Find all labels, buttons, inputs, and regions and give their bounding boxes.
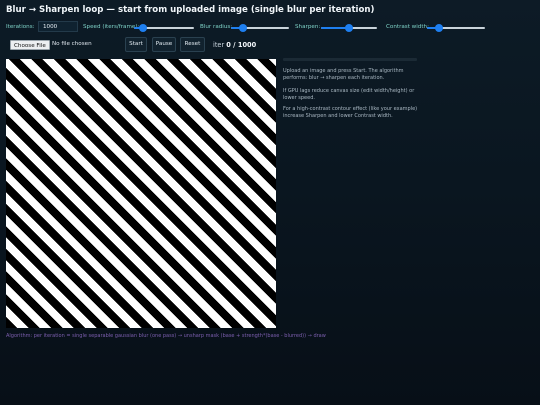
speed-label: Speed (iters/frame): (83, 24, 140, 30)
blur-radius-slider[interactable] (231, 24, 289, 32)
speed-slider[interactable] (134, 24, 194, 32)
blur-radius-label: Blur radius: (200, 24, 233, 30)
choose-file-button[interactable]: Choose File (10, 40, 50, 50)
blur-slider-handle[interactable] (239, 24, 247, 32)
speed-slider-handle[interactable] (139, 24, 147, 32)
pause-button[interactable]: Pause (152, 37, 176, 52)
iteration-prefix: iter (213, 41, 225, 49)
reset-button[interactable]: Reset (180, 37, 205, 52)
contrast-slider-handle[interactable] (435, 24, 443, 32)
iterations-input[interactable]: 1000 (38, 21, 78, 32)
algorithm-footer: Algorithm: per iteration = single separa… (6, 333, 326, 339)
contrast-width-label: Contrast width: (386, 24, 429, 30)
sharpen-label: Sharpen: (295, 24, 321, 30)
page-title: Blur → Sharpen loop — start from uploade… (6, 5, 375, 15)
info-paragraph-start: Upload an image and press Start. The alg… (283, 68, 404, 82)
progress-bar (283, 58, 417, 61)
image-canvas (6, 59, 276, 328)
file-name-text: No file chosen (52, 41, 92, 47)
iteration-count: 0 / 1000 (226, 41, 257, 49)
info-paragraph-gpu: If GPU lags reduce canvas size (edit wid… (283, 88, 415, 102)
info-paragraph-contrast: For a high-contrast contour effect (like… (283, 106, 418, 120)
iterations-label: Iterations: (6, 24, 35, 30)
start-button[interactable]: Start (125, 37, 147, 52)
iteration-counter: iter 0 / 1000 (213, 41, 256, 49)
sharpen-slider-handle[interactable] (345, 24, 353, 32)
sharpen-slider[interactable] (321, 24, 377, 32)
contrast-width-slider[interactable] (427, 24, 485, 32)
